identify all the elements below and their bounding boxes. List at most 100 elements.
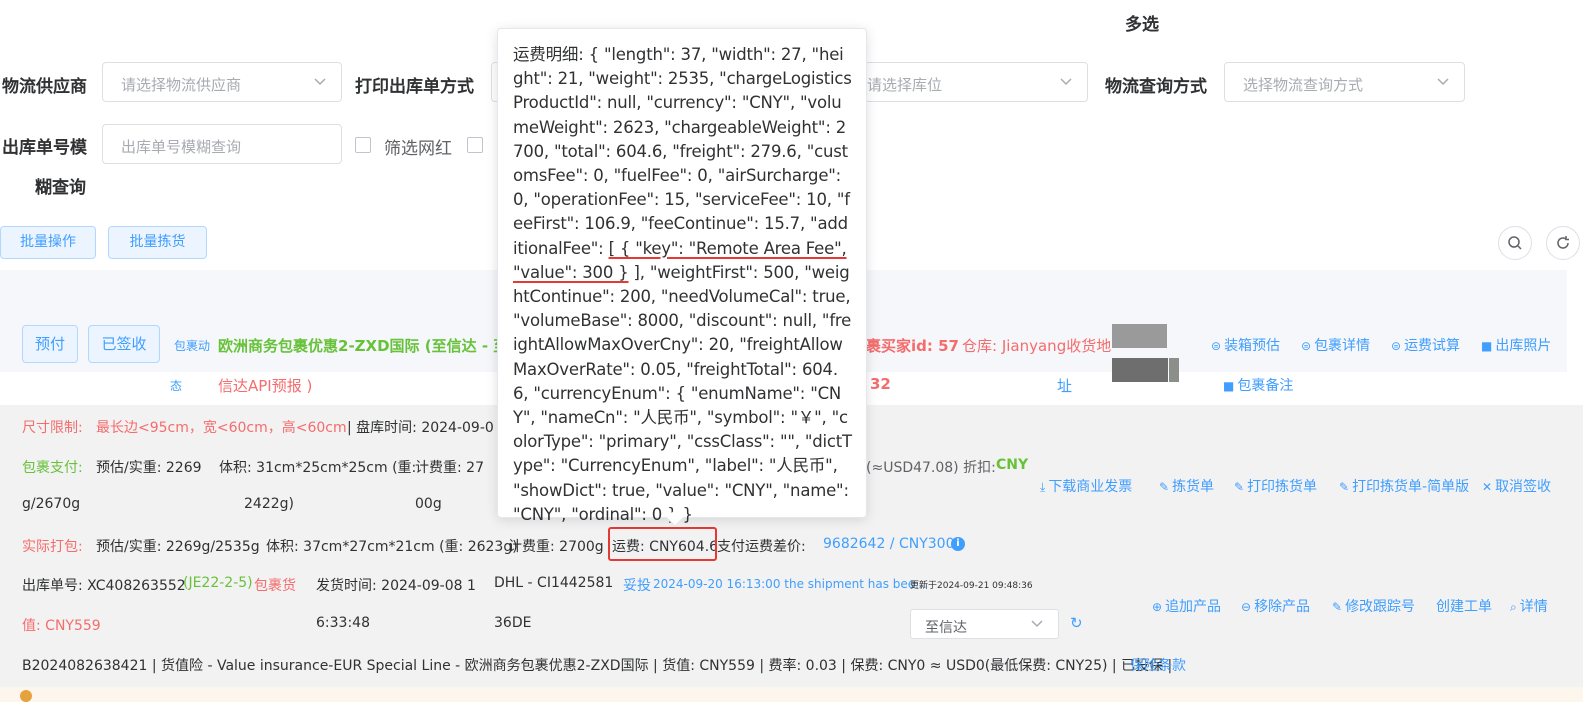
box-icon: ⊜: [1301, 339, 1312, 353]
pick-list-link[interactable]: ✎ 拣货单: [1159, 476, 1214, 496]
influencer-filter-label: 筛选网红: [384, 139, 452, 159]
chevron-down-icon: [1060, 78, 1072, 86]
cancel-sign-link[interactable]: ✕ 取消签收: [1482, 476, 1551, 496]
tag-prepaid[interactable]: 预付: [22, 325, 78, 363]
create-ticket-link[interactable]: 创建工单: [1436, 596, 1492, 616]
freight-detail-text: 运费明细: { "length": 37, "width": 27, "heig…: [513, 45, 852, 524]
product-line-2: 信达API预报 ): [218, 377, 313, 395]
remove-product-link[interactable]: ⊖ 移除产品: [1241, 596, 1310, 616]
carrier-tracking: DHL - CI1442581: [494, 575, 614, 591]
chevron-down-icon: [1031, 620, 1043, 628]
logistics-supplier-label: 物流供应商: [2, 77, 87, 97]
package-pay-usd: (≈USD47.08) 折扣:: [866, 460, 996, 476]
channel-select[interactable]: 至信达: [910, 609, 1059, 639]
tracking-detail[interactable]: 2024-09-20 16:13:00 the shipment has bee…: [653, 577, 927, 591]
edit-icon: ✎: [1159, 480, 1170, 494]
search-button[interactable]: [1498, 226, 1532, 260]
refresh-channel-icon[interactable]: ↻: [1070, 614, 1083, 632]
box-icon: ⊜: [1211, 339, 1222, 353]
updated-at: 更新于2024-09-21 09:48:36: [910, 581, 1033, 591]
stocktake-time: | 盘库时间: 2024-09-0: [347, 420, 494, 436]
search-icon: ⌕: [1510, 600, 1517, 614]
search-icon: [1508, 236, 1522, 250]
multi-select-label: 多选: [1125, 15, 1159, 35]
freight-highlight-box: [608, 527, 717, 561]
package-pay-label: 包裹支付:: [22, 460, 83, 476]
status-label-2[interactable]: 态: [170, 377, 182, 394]
actual-pack-label: 实际打包:: [22, 539, 83, 555]
package-pay-currency: CNY: [996, 457, 1029, 473]
package-pay-volume: 体积: 31cm*25cm*25cm (重:: [219, 460, 417, 476]
product-line: 欧洲商务包裹优惠2-ZXD国际 (至信达 - 至: [218, 337, 509, 355]
warehouse-text: 仓库: Jianyang收货地: [962, 337, 1112, 355]
freight-diff-value[interactable]: 9682642 / CNY300: [823, 536, 955, 552]
details-link[interactable]: ⌕ 详情: [1510, 596, 1548, 616]
tracking-status[interactable]: 妥投: [623, 575, 651, 595]
scrollbar-track[interactable]: [1567, 270, 1583, 405]
freight-trial-link[interactable]: ⊜ 运费试算: [1391, 335, 1460, 355]
warning-icon: [20, 690, 32, 702]
location-select[interactable]: 请选择库位: [848, 62, 1088, 102]
ship-time: 发货时间: 2024-09-08 1: [316, 578, 476, 594]
chevron-down-icon: [314, 78, 326, 86]
refresh-button[interactable]: [1546, 226, 1580, 260]
download-icon: ⤓: [1040, 480, 1046, 494]
comment-icon: ■: [1223, 379, 1235, 393]
logistics-query-placeholder: 选择物流查询方式: [1243, 76, 1364, 94]
close-icon: ✕: [1482, 480, 1493, 494]
package-pay-estimate-2: g/2670g: [22, 496, 81, 512]
package-pay-charge: 计费重: 27: [415, 460, 484, 476]
package-detail-link[interactable]: ⊜ 包裹详情: [1301, 335, 1370, 355]
buyer-id: 裹买家id: 57: [866, 337, 959, 355]
buyer-id-2: 32: [870, 375, 891, 393]
logistics-query-label: 物流查询方式: [1105, 77, 1207, 97]
edit-tracking-link[interactable]: ✎ 修改跟踪号: [1332, 596, 1415, 616]
outbound-no-label-2: 糊查询: [35, 178, 86, 198]
batch-pick-button[interactable]: 批量拣货: [108, 226, 207, 259]
influencer-filter-checkbox[interactable]: [355, 137, 371, 153]
outbound-tag: 包裹货: [254, 578, 296, 594]
refresh-icon: [1557, 236, 1569, 249]
outbound-no-placeholder: 出库单号模糊查询: [121, 138, 242, 156]
plus-circle-icon: ⊕: [1152, 600, 1163, 614]
packing-estimate-link[interactable]: ⊜ 装箱预估: [1211, 335, 1280, 355]
warehouse: 仓库: Jianyang收货地: [962, 335, 1111, 356]
package-pay-volume-2: 2422g): [244, 496, 294, 512]
ship-time-2: 6:33:48: [316, 615, 370, 631]
add-product-link[interactable]: ⊕ 追加产品: [1152, 596, 1221, 616]
channel-select-value: 至信达: [925, 620, 967, 636]
product-thumbnail[interactable]: [1112, 324, 1167, 348]
download-invoice-link[interactable]: ⤓ 下载商业发票: [1040, 476, 1132, 496]
minus-circle-icon: ⊖: [1241, 600, 1252, 614]
actual-pack-estimate: 预估/实重: 2269g/2535g: [96, 539, 260, 555]
logistics-supplier-select[interactable]: 请选择物流供应商: [102, 62, 342, 102]
package-pay-charge-2: 00g: [415, 496, 442, 512]
box-icon: ⊜: [1391, 339, 1402, 353]
insurance-line: B2024082638421 | 货值险 - Value insurance-E…: [22, 658, 1173, 674]
outbound-photo-link[interactable]: ■ 出库照片: [1481, 335, 1551, 355]
edit-icon: ✎: [1234, 480, 1245, 494]
next-row-warning: [0, 687, 1583, 702]
info-icon[interactable]: i: [951, 537, 965, 551]
warehouse-2: 址: [1057, 377, 1073, 395]
actual-pack-charge: 计费重: 2700g: [508, 539, 604, 555]
logistics-query-select[interactable]: 选择物流查询方式: [1224, 62, 1465, 102]
print-pick-list-simple-link[interactable]: ✎ 打印拣货单-简单版: [1339, 476, 1469, 496]
location-placeholder: 请选择库位: [867, 76, 943, 94]
outbound-no-label: 出库单号模: [2, 138, 87, 158]
outbound-location: (JE22-2-5): [183, 575, 253, 591]
carrier-tracking-2: 36DE: [494, 615, 532, 631]
outbound-no-input[interactable]: 出库单号模糊查询: [102, 124, 342, 164]
package-note-link[interactable]: ■ 包裹备注: [1223, 375, 1293, 395]
size-limit-value: 最长边<95cm，宽<60cm，高<60cm: [96, 420, 347, 436]
edit-icon: ✎: [1332, 600, 1343, 614]
print-pick-list-link[interactable]: ✎ 打印拣货单: [1234, 476, 1317, 496]
insurance-terms-link[interactable]: 保险条款: [1130, 655, 1186, 675]
product-thumbnail-3[interactable]: [1169, 358, 1179, 382]
status-label[interactable]: 包裹动: [174, 337, 210, 354]
product-thumbnail-2[interactable]: [1112, 358, 1168, 382]
batch-ops-button[interactable]: 批量操作: [0, 226, 96, 259]
tag-signed[interactable]: 已签收: [88, 325, 160, 363]
print-method-label: 打印出库单方式: [355, 77, 474, 97]
extra-filter-checkbox[interactable]: [467, 137, 483, 153]
